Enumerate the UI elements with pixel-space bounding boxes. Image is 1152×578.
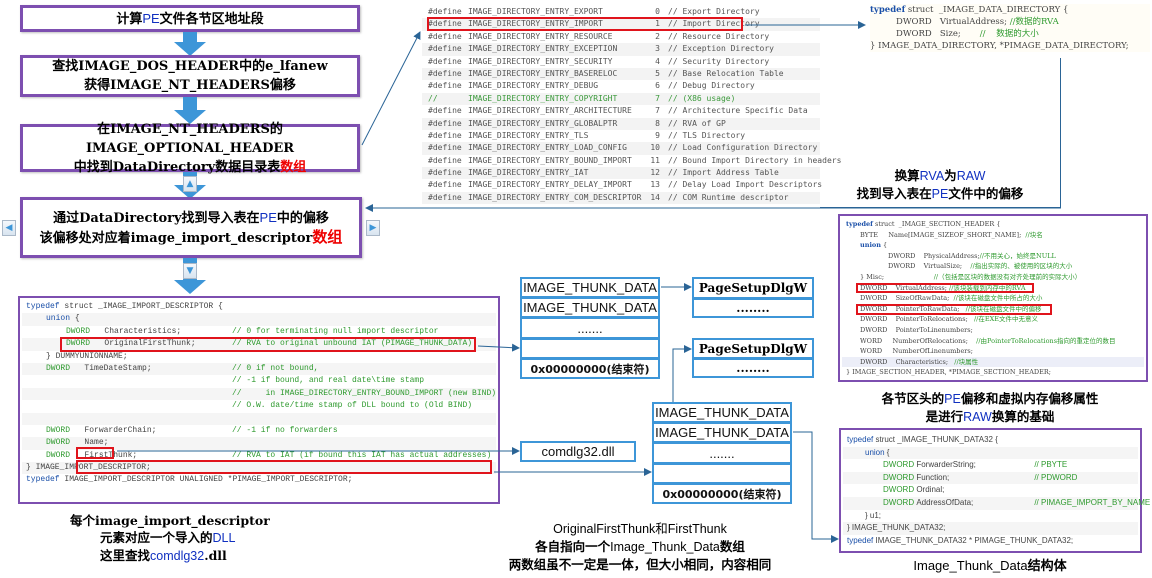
arrow-to-defines bbox=[361, 31, 421, 146]
arrow-oft-to-thunk bbox=[477, 343, 520, 352]
connector-lines bbox=[117, 21, 1061, 543]
arrow-thunk2-to-name bbox=[672, 345, 692, 402]
arrow-thunk-to-struct bbox=[793, 431, 839, 543]
